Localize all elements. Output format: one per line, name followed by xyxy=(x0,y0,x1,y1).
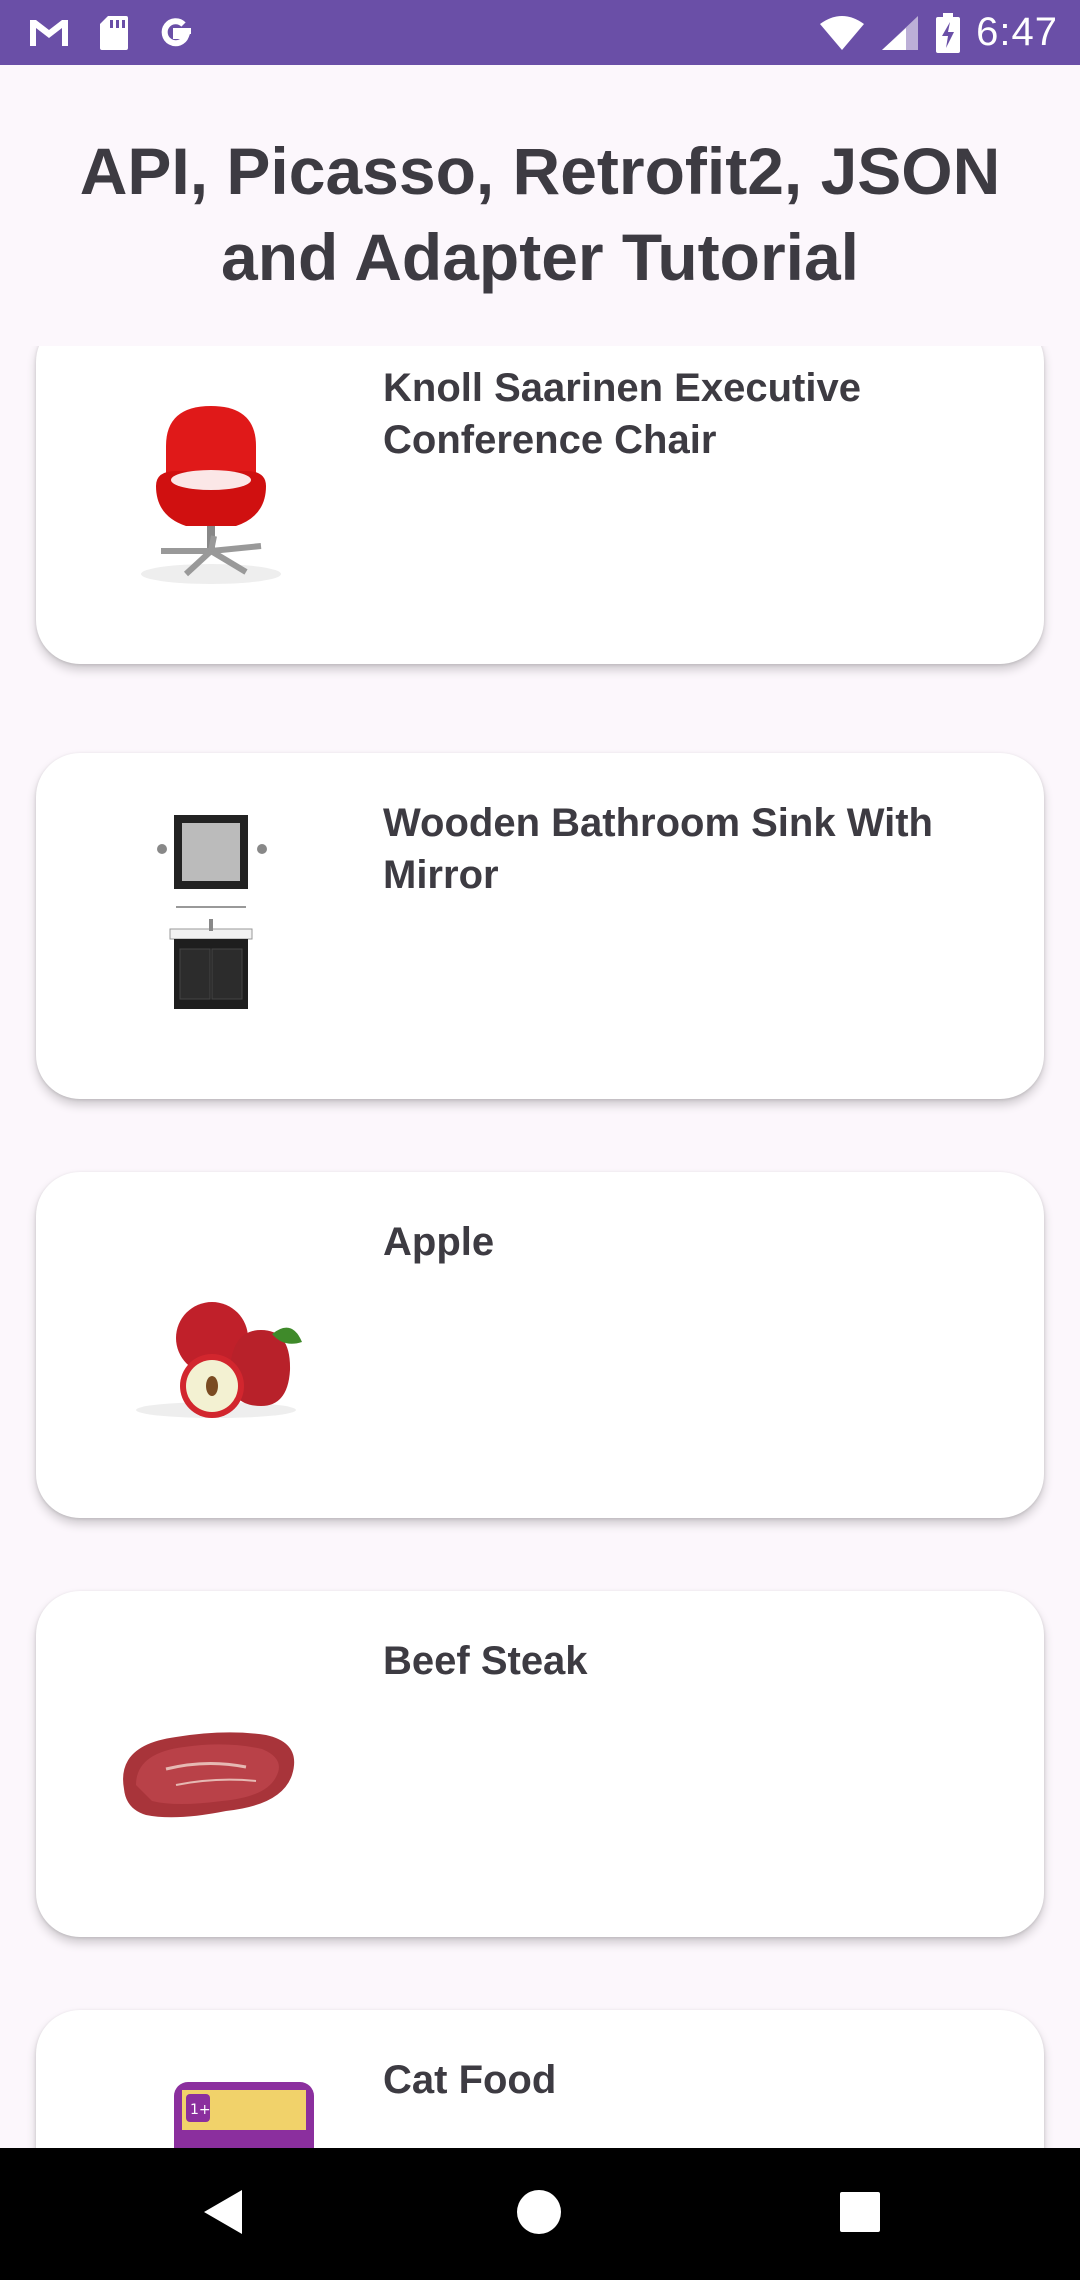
product-list[interactable]: Knoll Saarinen Executive Conference Chai… xyxy=(0,346,1080,2148)
bathroom-sink-mirror-image xyxy=(106,811,316,1021)
item-title: Cat Food xyxy=(383,2058,557,2102)
list-item[interactable]: Wooden Bathroom Sink With Mirror xyxy=(36,753,1044,1099)
navigation-bar xyxy=(0,2148,1080,2280)
battery-icon xyxy=(934,12,962,54)
back-button[interactable] xyxy=(156,2148,288,2280)
item-title: Beef Steak xyxy=(383,1639,588,1683)
item-title: Wooden Bathroom Sink With Mirror xyxy=(383,801,933,897)
status-bar: 6:47 xyxy=(0,0,1080,65)
back-icon xyxy=(198,2186,246,2243)
gmail-icon xyxy=(26,16,72,50)
home-button[interactable] xyxy=(473,2148,605,2280)
recents-button[interactable] xyxy=(794,2148,926,2280)
office-chair-image xyxy=(106,376,316,586)
beef-steak-image xyxy=(106,1649,316,1859)
google-icon xyxy=(156,13,196,53)
svg-text:1+: 1+ xyxy=(190,2102,211,2118)
item-title: Knoll Saarinen Executive Conference Chai… xyxy=(383,366,861,462)
list-item[interactable]: Beef Steak xyxy=(36,1591,1044,1937)
cat-food-pouch-image: 1+ xyxy=(106,2068,316,2148)
list-item[interactable]: Knoll Saarinen Executive Conference Chai… xyxy=(36,346,1044,664)
home-icon xyxy=(515,2188,563,2241)
sd-card-icon xyxy=(98,14,130,52)
page-title: API, Picasso, Retrofit2, JSON and Adapte… xyxy=(79,134,1001,294)
recents-icon xyxy=(838,2190,882,2239)
list-item[interactable]: Apple xyxy=(36,1172,1044,1518)
item-title: Apple xyxy=(383,1220,495,1264)
list-item[interactable]: 1+ Cat Food xyxy=(36,2010,1044,2148)
cell-signal-icon xyxy=(880,14,920,52)
clock-time: 6:47 xyxy=(976,10,1058,54)
apples-image xyxy=(106,1230,316,1440)
app-screen: 6:47 API, Picasso, Retrofit2, JSON and A… xyxy=(0,0,1080,2280)
wifi-icon xyxy=(818,14,866,52)
